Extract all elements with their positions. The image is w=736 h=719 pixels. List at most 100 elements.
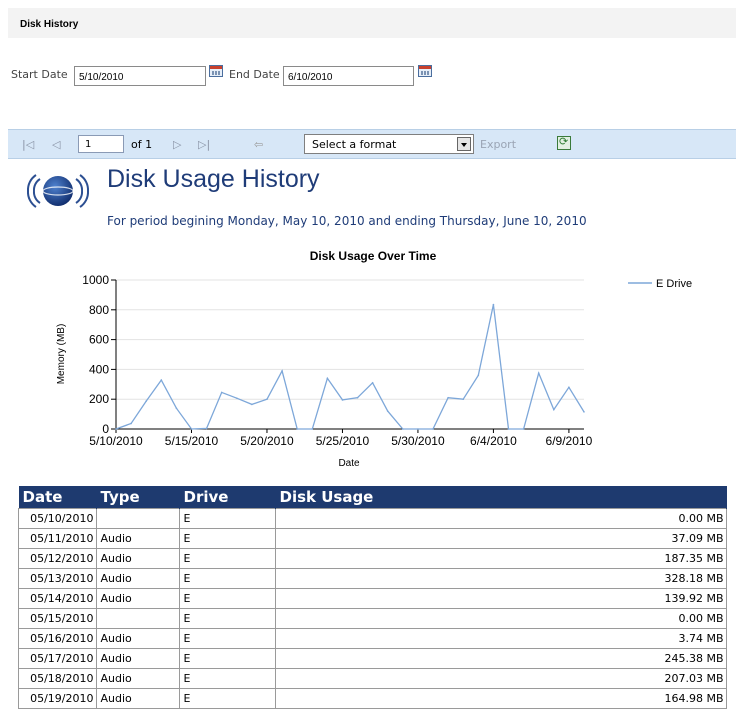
table-row: 05/15/2010 E 0.00 MB: [18, 608, 727, 629]
end-date-label: End Date: [229, 68, 280, 81]
data-point: [447, 396, 449, 399]
data-point: [160, 379, 163, 381]
data-point: [522, 428, 525, 430]
cell-drive: E: [178, 648, 276, 669]
table-row: 05/10/2010 E 0.00 MB: [18, 508, 727, 529]
column-header-type[interactable]: Type: [96, 486, 180, 509]
y-tick-label: 800: [89, 303, 109, 317]
cell-disk-usage: 0.00 MB: [274, 508, 727, 529]
cell-date: 05/11/2010: [18, 528, 97, 549]
disk-usage-table: Date Type Drive Disk Usage 05/10/2010 E …: [18, 486, 727, 709]
data-point: [251, 403, 253, 406]
export-format-value: Select a format: [312, 138, 397, 151]
data-point: [583, 411, 585, 413]
data-point: [462, 398, 465, 400]
y-tick-label: 400: [89, 362, 109, 376]
table-row: 05/14/2010 Audio E 139.92 MB: [18, 588, 727, 609]
x-tick-label: 5/30/2010: [391, 434, 445, 448]
cell-drive: E: [178, 588, 276, 609]
y-tick-label: 1000: [82, 273, 109, 287]
cell-disk-usage: 139.92 MB: [274, 588, 727, 609]
cell-disk-usage: 37.09 MB: [274, 528, 727, 549]
data-point: [190, 428, 193, 430]
end-date-calendar-icon[interactable]: [418, 65, 432, 77]
table-row: 05/16/2010 Audio E 3.74 MB: [18, 628, 727, 649]
data-point: [281, 370, 283, 372]
prev-page-icon[interactable]: ◁: [52, 138, 60, 151]
cell-drive: E: [178, 568, 276, 589]
data-point: [341, 399, 344, 401]
disk-usage-chart: Disk Usage Over Time Memory (MB) Date 02…: [56, 249, 692, 469]
chevron-down-icon[interactable]: [457, 137, 471, 151]
last-page-icon[interactable]: ▷|: [198, 138, 210, 151]
export-format-select[interactable]: Select a format: [304, 134, 474, 154]
cell-type: Audio: [95, 568, 180, 589]
data-point: [568, 386, 570, 389]
column-header-disk-usage[interactable]: Disk Usage: [275, 486, 727, 509]
x-tick-label: 6/4/2010: [470, 434, 517, 448]
data-point: [235, 397, 238, 399]
back-icon[interactable]: ⇦: [254, 138, 263, 151]
x-tick-label: 5/10/2010: [89, 434, 143, 448]
data-point: [386, 410, 389, 412]
start-date-calendar-icon[interactable]: [209, 65, 223, 77]
cell-type: Audio: [95, 688, 180, 709]
data-point: [205, 427, 208, 430]
first-page-icon[interactable]: |◁: [22, 138, 34, 151]
export-link[interactable]: Export: [480, 138, 516, 151]
end-date-input[interactable]: 6/10/2010: [283, 66, 414, 86]
cell-disk-usage: 3.74 MB: [274, 628, 727, 649]
data-point: [477, 374, 480, 377]
page-count-label: of 1: [131, 138, 153, 151]
chart-title: Disk Usage Over Time: [310, 249, 437, 263]
y-tick-label: 200: [89, 392, 109, 406]
cell-type: Audio: [95, 648, 180, 669]
report-subtitle: For period begining Monday, May 10, 2010…: [107, 214, 587, 228]
cell-date: 05/16/2010: [18, 628, 97, 649]
table-row: 05/18/2010 Audio E 207.03 MB: [18, 668, 727, 689]
cell-drive: E: [178, 548, 276, 569]
report-toolbar: |◁ ◁ 1 of 1 ▷ ▷| ⇦ Select a format Expor…: [8, 129, 736, 159]
table-header-row: Date Type Drive Disk Usage: [18, 486, 727, 509]
series-line-e-drive: [115, 304, 585, 430]
refresh-icon[interactable]: [557, 135, 571, 150]
cell-disk-usage: 187.35 MB: [274, 548, 727, 569]
x-tick-label: 6/9/2010: [546, 434, 593, 448]
chart-x-axis-label: Date: [338, 458, 360, 469]
data-point: [417, 428, 419, 430]
table-row: 05/19/2010 Audio E 164.98 MB: [18, 688, 727, 709]
cell-disk-usage: 0.00 MB: [274, 608, 727, 629]
window-title: Disk History: [20, 19, 79, 30]
data-point: [537, 372, 540, 374]
column-header-drive[interactable]: Drive: [179, 486, 276, 509]
cell-type: Audio: [95, 548, 180, 569]
report-title: Disk Usage History: [107, 165, 320, 193]
cell-date: 05/10/2010: [18, 508, 97, 529]
next-page-icon[interactable]: ▷: [173, 138, 181, 151]
data-point: [220, 391, 223, 394]
y-tick-label: 600: [89, 333, 109, 347]
page-number-input[interactable]: 1: [78, 135, 124, 153]
data-point: [311, 428, 314, 430]
data-point: [492, 303, 495, 306]
data-point: [326, 377, 329, 380]
cell-type: Audio: [95, 628, 180, 649]
data-point: [296, 428, 298, 430]
cell-date: 05/14/2010: [18, 588, 97, 609]
cell-date: 05/12/2010: [18, 548, 97, 569]
data-point: [553, 408, 555, 411]
window-title-bar: Disk History: [8, 8, 736, 38]
column-header-date[interactable]: Date: [18, 486, 97, 509]
table-row: 05/13/2010 Audio E 328.18 MB: [18, 568, 727, 589]
start-date-input[interactable]: 5/10/2010: [74, 66, 206, 86]
data-point: [371, 382, 374, 384]
cell-drive: E: [178, 668, 276, 689]
cell-disk-usage: 328.18 MB: [274, 568, 727, 589]
data-point: [266, 398, 268, 400]
data-point: [402, 428, 404, 430]
cell-drive: E: [178, 608, 276, 629]
cell-date: 05/19/2010: [18, 688, 97, 709]
cell-disk-usage: 207.03 MB: [274, 668, 727, 689]
table-row: 05/11/2010 Audio E 37.09 MB: [18, 528, 727, 549]
data-point: [356, 396, 359, 399]
